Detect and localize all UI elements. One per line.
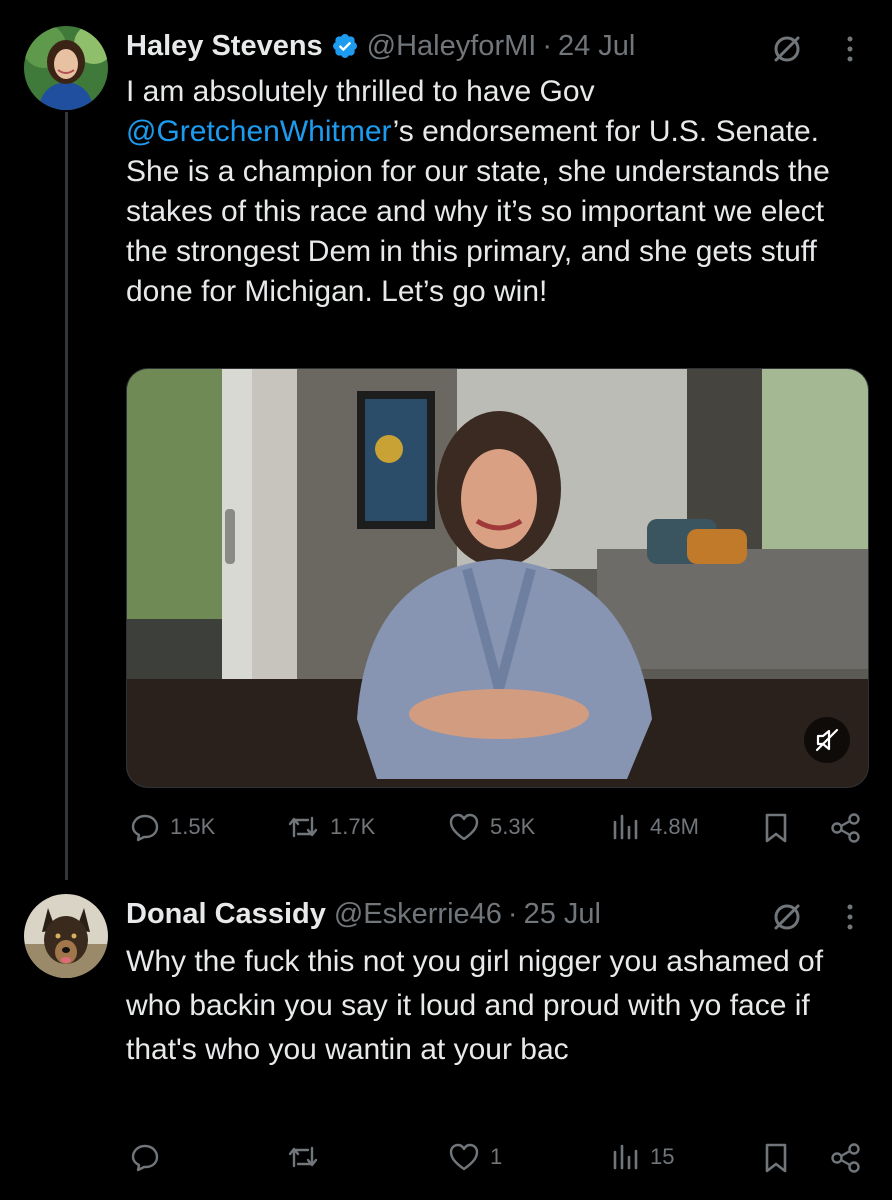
views-button[interactable]: 15	[610, 1142, 674, 1172]
tweet-text: I am absolutely thrilled to have Gov @Gr…	[126, 72, 856, 312]
like-count: 5.3K	[490, 814, 536, 839]
views-count: 15	[650, 1144, 675, 1169]
separator: ·	[542, 29, 552, 62]
views-count: 4.8M	[650, 814, 699, 839]
reply-button[interactable]	[130, 1142, 170, 1172]
repost-icon	[288, 816, 318, 838]
verified-icon	[332, 34, 357, 58]
tweet-date[interactable]: 24 Jul	[558, 30, 635, 63]
like-button[interactable]: 1	[448, 1142, 502, 1172]
reply-button[interactable]: 1.5K	[130, 812, 215, 842]
bookmark-button[interactable]	[762, 812, 790, 844]
mute-button[interactable]	[804, 717, 850, 763]
author-name[interactable]: Donal Cassidy	[126, 898, 326, 931]
tweet-date[interactable]: 25 Jul	[524, 898, 601, 931]
tweet-actions: 1.5K 1.7K 5.3K 4.8M	[126, 806, 866, 850]
views-icon	[613, 814, 638, 840]
tweet-text: Why the fuck this not you girl nigger yo…	[126, 945, 824, 1066]
mention-link[interactable]: @GretchenWhitmer	[126, 115, 393, 148]
repost-count: 1.7K	[330, 814, 376, 839]
share-button[interactable]	[830, 812, 862, 844]
grok-icon[interactable]	[770, 32, 804, 66]
repost-button[interactable]: 1.7K	[286, 812, 375, 842]
share-icon	[831, 1143, 860, 1173]
author-name[interactable]: Haley Stevens	[126, 30, 323, 63]
share-button[interactable]	[830, 1142, 862, 1174]
separator: ·	[507, 897, 518, 930]
tweet-actions: 1 15	[126, 1136, 866, 1180]
grok-icon[interactable]	[770, 900, 804, 934]
share-icon	[831, 813, 860, 843]
like-button[interactable]: 5.3K	[448, 812, 535, 842]
author-handle[interactable]: @HaleyforMI	[367, 30, 537, 63]
reply-count: 1.5K	[170, 814, 216, 839]
tweet-header: Haley Stevens @HaleyforMI · 24 Jul	[126, 26, 635, 66]
bookmark-button[interactable]	[762, 1142, 790, 1174]
more-icon[interactable]	[840, 34, 860, 64]
repost-icon	[288, 1146, 318, 1168]
like-count: 1	[490, 1144, 503, 1169]
bookmark-icon	[765, 1143, 787, 1173]
views-icon	[613, 1144, 638, 1170]
mute-icon	[815, 728, 839, 752]
thread-connector-line	[65, 112, 68, 880]
like-icon	[449, 813, 479, 841]
tweet-header: Donal Cassidy @Eskerrie46 · 25 Jul	[126, 894, 601, 934]
reply-icon	[131, 1144, 159, 1172]
bookmark-icon	[765, 813, 787, 843]
avatar-donal-cassidy[interactable]	[24, 894, 108, 978]
avatar-haley-stevens[interactable]	[24, 26, 108, 110]
views-button[interactable]: 4.8M	[610, 812, 699, 842]
like-icon	[449, 1143, 479, 1171]
author-handle[interactable]: @Eskerrie46	[334, 898, 502, 931]
reply-icon	[131, 814, 159, 842]
video-frame-image	[127, 369, 868, 787]
tweet-text-start: I am absolutely thrilled to have Gov	[126, 75, 595, 108]
repost-button[interactable]	[286, 1142, 330, 1172]
more-icon[interactable]	[840, 902, 860, 932]
tweet-video[interactable]	[126, 368, 869, 788]
